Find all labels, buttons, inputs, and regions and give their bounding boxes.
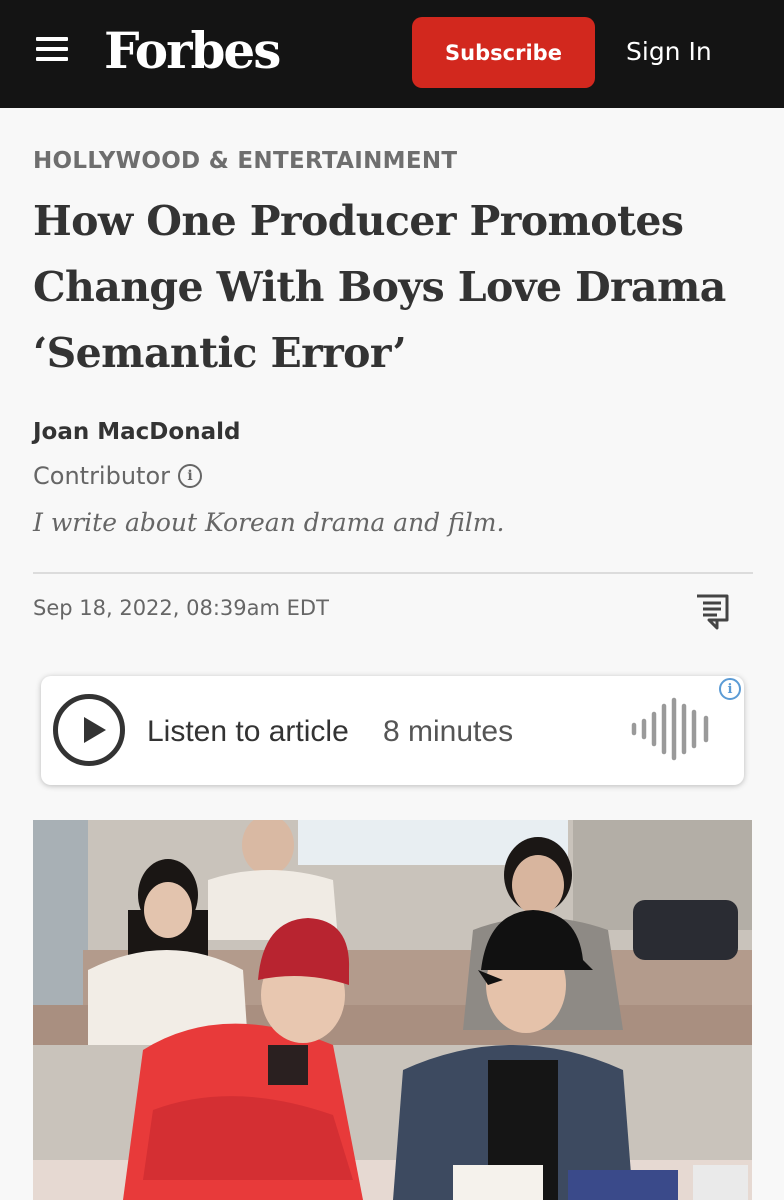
author-name-link[interactable]: Joan MacDonald <box>33 417 240 447</box>
subscribe-button[interactable]: Subscribe <box>412 17 595 88</box>
listen-label: Listen to article <box>147 715 349 748</box>
top-navigation-bar: Forbes Subscribe Sign In <box>0 0 784 108</box>
listen-to-article-player: Listen to article 8 minutes i <box>41 676 744 785</box>
article-hero-image <box>33 820 752 1200</box>
article-category-link[interactable]: HOLLYWOOD & ENTERTAINMENT <box>33 146 457 176</box>
play-icon[interactable] <box>53 694 125 766</box>
comment-icon[interactable] <box>695 594 729 630</box>
author-role-label: Contributor <box>33 462 171 490</box>
forbes-logo[interactable]: Forbes <box>104 18 281 84</box>
info-icon[interactable]: i <box>178 464 203 488</box>
player-info-icon[interactable]: i <box>719 678 741 700</box>
article-headline: How One Producer Promotes Change With Bo… <box>33 197 726 377</box>
listen-duration: 8 minutes <box>383 715 514 748</box>
author-bio: I write about Korean drama and film. <box>33 508 505 537</box>
sign-in-link[interactable]: Sign In <box>626 34 712 70</box>
divider <box>33 572 753 574</box>
author-role: Contributor i <box>33 460 203 492</box>
audio-waveform-icon <box>630 696 714 762</box>
hamburger-menu-icon[interactable] <box>36 36 68 62</box>
publish-date: Sep 18, 2022, 08:39am EDT <box>33 596 329 620</box>
